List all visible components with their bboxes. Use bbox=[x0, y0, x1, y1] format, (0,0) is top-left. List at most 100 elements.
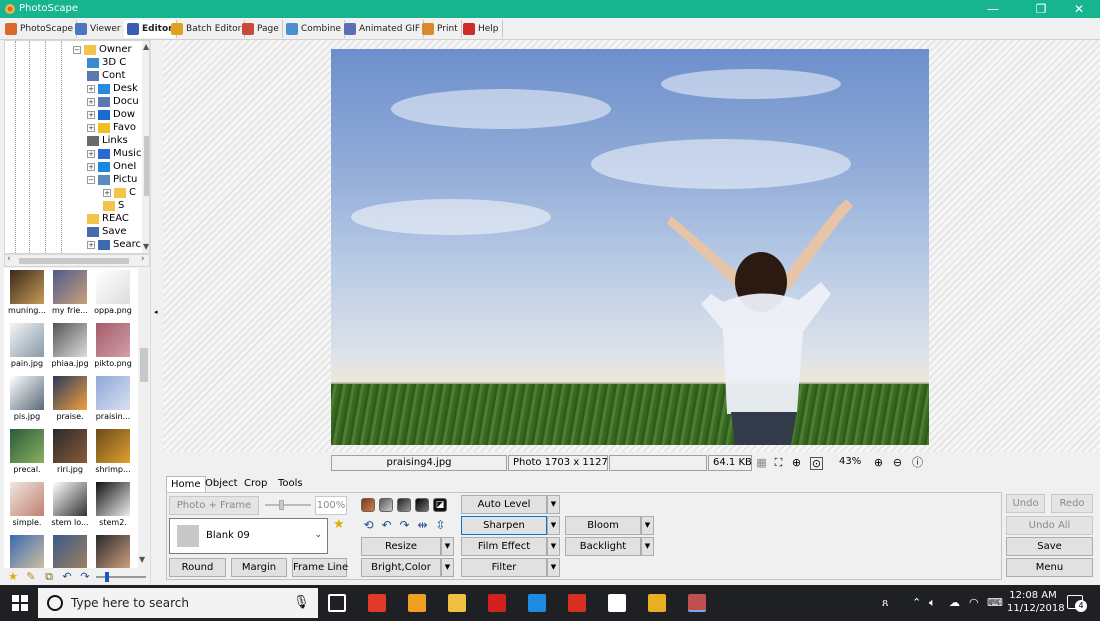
photoscape-task-icon[interactable] bbox=[688, 594, 706, 612]
tree-node[interactable]: + Music bbox=[87, 147, 141, 160]
tab-crop[interactable]: Crop bbox=[240, 476, 271, 492]
rotate-right-icon[interactable]: ↷ bbox=[78, 570, 92, 584]
bloom-dropdown[interactable]: ▼ bbox=[641, 516, 654, 535]
auto-level-button[interactable]: Auto Level bbox=[461, 495, 547, 514]
rotate-left-icon[interactable]: ↶ bbox=[60, 570, 74, 584]
onedrive-tray-icon[interactable]: ☁ bbox=[949, 596, 960, 609]
minimize-button[interactable]: — bbox=[970, 0, 1016, 18]
round-button[interactable]: Round bbox=[169, 558, 226, 577]
tree-node[interactable]: − Owner bbox=[73, 43, 132, 56]
store-icon[interactable] bbox=[408, 594, 426, 612]
thumbnail-item[interactable]: stem2. bbox=[92, 480, 134, 533]
thumbnail-item[interactable] bbox=[92, 533, 134, 568]
thumbnail-item[interactable]: stem lo... bbox=[49, 480, 91, 533]
tree-node[interactable]: + Dow bbox=[87, 108, 135, 121]
chrome-icon[interactable] bbox=[648, 594, 666, 612]
grayscale-filter-icon[interactable] bbox=[379, 498, 393, 512]
file-explorer-icon[interactable] bbox=[448, 594, 466, 612]
backlight-dropdown[interactable]: ▼ bbox=[641, 537, 654, 556]
tab-object[interactable]: Object bbox=[201, 476, 242, 492]
dark-gray-filter-icon[interactable] bbox=[397, 498, 411, 512]
filter-button[interactable]: Filter bbox=[461, 558, 547, 577]
fit-screen-icon[interactable]: ⛶ bbox=[772, 457, 785, 470]
collapse-icon[interactable]: − bbox=[73, 45, 81, 54]
scrollbar-thumb[interactable] bbox=[140, 348, 148, 382]
bright-color-dropdown[interactable]: ▼ bbox=[441, 558, 454, 577]
scroll-right-arrow-icon[interactable]: › bbox=[141, 254, 145, 264]
tree-node[interactable]: + Docu bbox=[87, 95, 139, 108]
favorite-frame-star-icon[interactable]: ★ bbox=[333, 517, 345, 532]
info-icon[interactable]: ⓘ bbox=[911, 457, 924, 470]
panel-collapse-handle[interactable]: ◂ bbox=[150, 40, 162, 585]
bright-color-button[interactable]: Bright,Color bbox=[361, 558, 441, 577]
filter-dropdown[interactable]: ▼ bbox=[547, 558, 560, 577]
redo-button[interactable]: Redo bbox=[1051, 494, 1093, 513]
slider-knob[interactable] bbox=[105, 571, 110, 582]
tab-photoscape[interactable]: PhotoScape bbox=[2, 20, 78, 38]
scrollbar-thumb[interactable] bbox=[19, 258, 129, 264]
frame-size-slider[interactable] bbox=[265, 500, 311, 510]
flip-vertical-icon[interactable]: ⇳ bbox=[433, 519, 448, 533]
tree-node[interactable]: Links bbox=[87, 134, 128, 147]
thumbnail-item[interactable]: praise. bbox=[49, 374, 91, 427]
expand-icon[interactable]: + bbox=[87, 162, 95, 171]
scroll-left-arrow-icon[interactable]: ‹ bbox=[7, 254, 11, 264]
auto-rotate-icon[interactable]: ⟲ bbox=[361, 519, 376, 533]
expand-icon[interactable]: + bbox=[103, 188, 111, 197]
tab-animated-gif[interactable]: Animated GIF bbox=[341, 20, 425, 38]
edited-photo[interactable] bbox=[331, 49, 929, 445]
input-indicator-icon[interactable]: ⌨ bbox=[987, 596, 1003, 609]
tree-node[interactable]: + C bbox=[103, 186, 136, 199]
resize-button[interactable]: Resize bbox=[361, 537, 441, 556]
tree-node[interactable]: − Pictu bbox=[87, 173, 137, 186]
film-effect-dropdown[interactable]: ▼ bbox=[547, 537, 560, 556]
thumbnail-item[interactable]: pikto.png bbox=[92, 321, 134, 374]
tab-viewer[interactable]: Viewer bbox=[72, 20, 125, 38]
thumbnail-item[interactable]: muning... bbox=[6, 268, 48, 321]
volume-icon[interactable]: 🔈︎ bbox=[929, 596, 936, 610]
tree-node[interactable]: + Desk bbox=[87, 82, 138, 95]
sepia-filter-icon[interactable] bbox=[361, 498, 375, 512]
photobooth-icon[interactable] bbox=[368, 594, 386, 612]
system-clock[interactable]: 12:08 AM 11/12/2018 bbox=[1007, 589, 1065, 615]
thumbnail-item[interactable]: pain.jpg bbox=[6, 321, 48, 374]
black-filter-icon[interactable] bbox=[415, 498, 429, 512]
tree-horizontal-scrollbar[interactable]: ‹ › bbox=[4, 254, 150, 267]
tree-node[interactable]: Save bbox=[87, 225, 127, 238]
transparency-toggle-icon[interactable]: ▦ bbox=[755, 457, 768, 470]
menu-button[interactable]: Menu bbox=[1006, 558, 1093, 577]
tab-combine[interactable]: Combine bbox=[283, 20, 346, 38]
undo-all-button[interactable]: Undo All bbox=[1006, 516, 1093, 535]
save-button[interactable]: Save bbox=[1006, 537, 1093, 556]
thumbnail-item[interactable]: simple. bbox=[6, 480, 48, 533]
tree-node[interactable]: 3D C bbox=[87, 56, 126, 69]
windows-start-icon[interactable] bbox=[12, 595, 28, 611]
scroll-down-arrow-icon[interactable]: ▼ bbox=[143, 242, 149, 251]
tab-home[interactable]: Home bbox=[166, 476, 206, 492]
wifi-icon[interactable]: ◠ bbox=[969, 596, 979, 609]
tab-print[interactable]: Print bbox=[419, 20, 462, 38]
undo-button[interactable]: Undo bbox=[1006, 494, 1045, 513]
tree-vertical-scrollbar[interactable]: ▲ ▼ bbox=[142, 41, 149, 253]
thumbnail-scrollbar[interactable]: ▼ bbox=[138, 268, 150, 568]
thumbnail-size-slider[interactable] bbox=[96, 571, 146, 582]
expand-icon[interactable]: + bbox=[87, 240, 95, 249]
auto-level-dropdown[interactable]: ▼ bbox=[547, 495, 560, 514]
collapse-arrow-icon[interactable]: ◂ bbox=[154, 308, 158, 316]
thumbnail-item[interactable]: phiaa.jpg bbox=[49, 321, 91, 374]
thumbnail-item[interactable]: shrimp... bbox=[92, 427, 134, 480]
zoom-fit-icon[interactable]: ⊙ bbox=[810, 457, 823, 470]
frame-percent-field[interactable]: 100% bbox=[315, 496, 347, 515]
ruby-icon[interactable] bbox=[488, 594, 506, 612]
tree-node[interactable]: S bbox=[103, 199, 124, 212]
tree-node[interactable]: REAC bbox=[87, 212, 129, 225]
acrobat-icon[interactable] bbox=[568, 594, 586, 612]
expand-icon[interactable]: + bbox=[87, 149, 95, 158]
favorite-star-icon[interactable]: ★ bbox=[6, 570, 20, 584]
film-effect-button[interactable]: Film Effect bbox=[461, 537, 547, 556]
task-view-icon[interactable] bbox=[328, 594, 346, 612]
expand-icon[interactable]: + bbox=[87, 97, 95, 106]
thumbnail-item[interactable]: oppa.png bbox=[92, 268, 134, 321]
image-canvas[interactable] bbox=[163, 40, 1100, 452]
tab-tools[interactable]: Tools bbox=[274, 476, 307, 492]
